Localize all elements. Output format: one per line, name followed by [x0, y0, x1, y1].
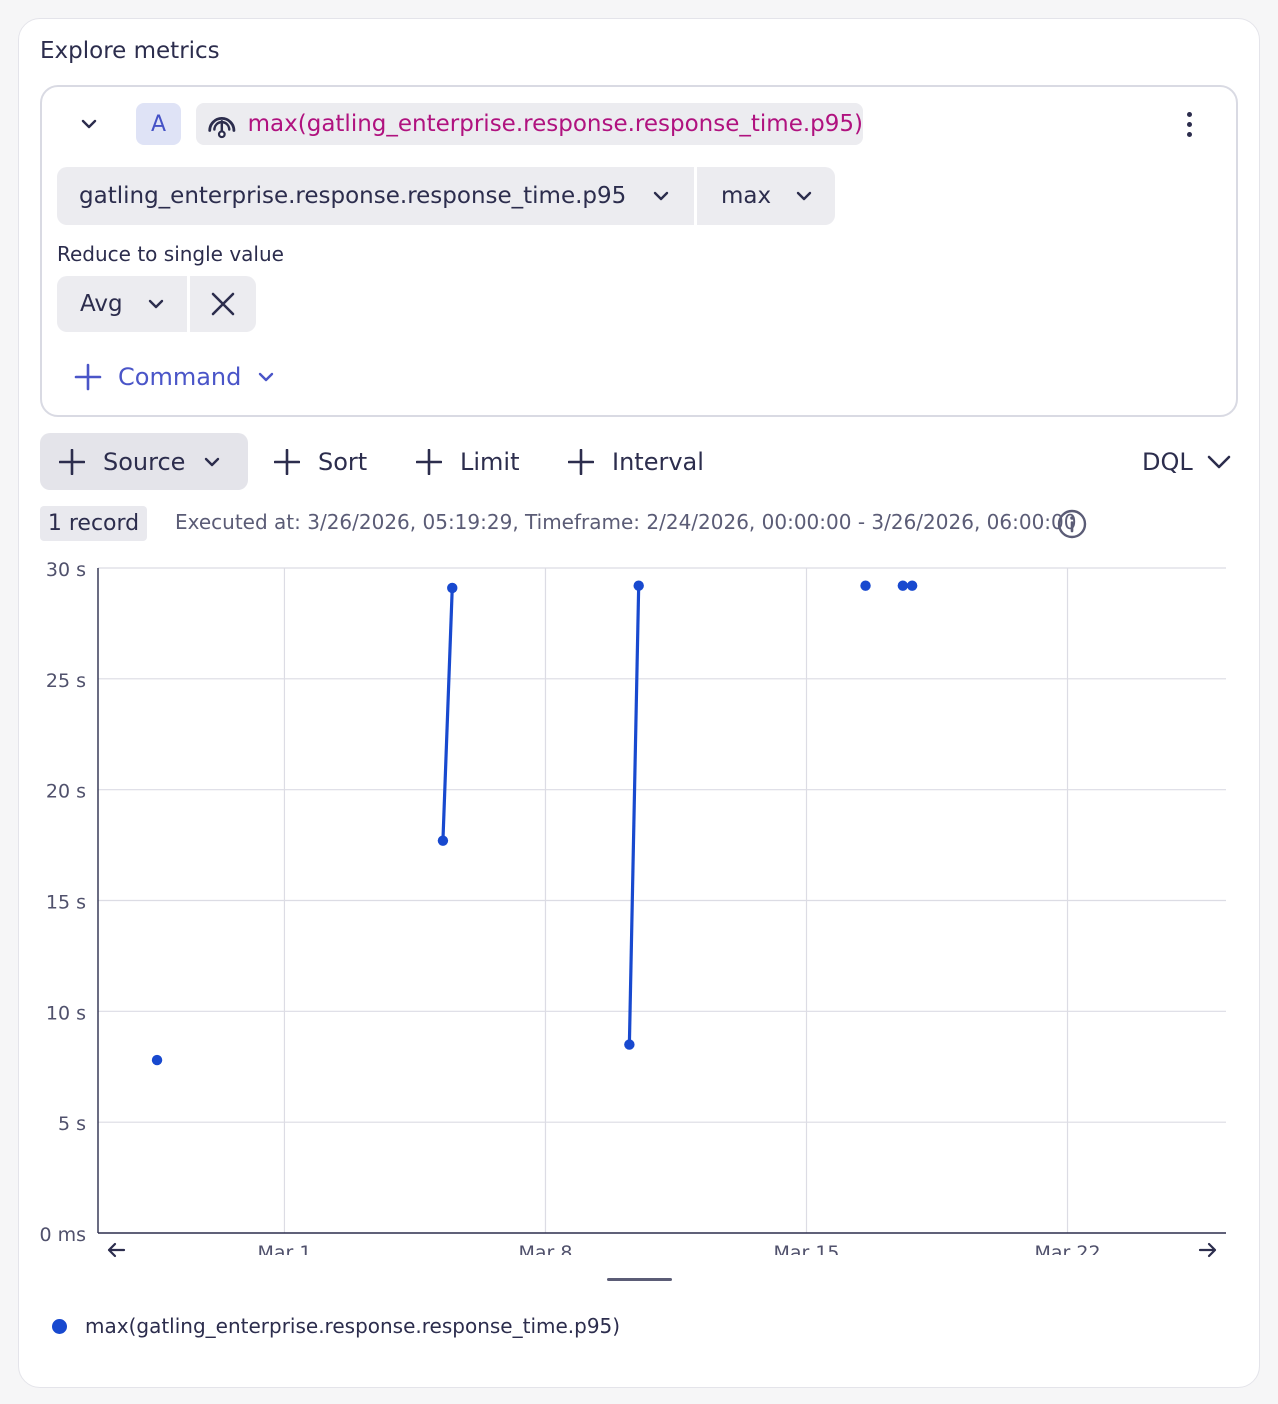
series-line	[441, 587, 454, 841]
x-tick-label: Mar 1	[257, 1242, 311, 1255]
dql-label: DQL	[1142, 447, 1193, 476]
y-tick-label: 15 s	[46, 892, 86, 914]
chart-scroll-indicator[interactable]	[607, 1278, 672, 1281]
reduce-select-value: Avg	[80, 291, 123, 317]
aggregation-select[interactable]: max	[697, 167, 835, 225]
source-label: Source	[103, 447, 186, 476]
close-icon	[211, 292, 235, 316]
interval-label: Interval	[612, 447, 704, 476]
arrow-left-icon[interactable]	[104, 1238, 128, 1262]
x-tick-label: Mar 22	[1034, 1242, 1100, 1255]
query-expression-text: max(gatling_enterprise.response.response…	[247, 111, 863, 137]
more-vertical-icon	[1186, 111, 1192, 117]
y-tick-label: 0 ms	[39, 1224, 86, 1246]
limit-label: Limit	[460, 447, 520, 476]
add-sort-button[interactable]: Sort	[274, 433, 367, 490]
data-point	[633, 580, 644, 591]
plus-icon	[274, 448, 300, 475]
plus-icon	[59, 448, 85, 475]
metric-select[interactable]: gatling_enterprise.response.response_tim…	[57, 167, 694, 225]
x-tick-label: Mar 15	[773, 1242, 839, 1255]
record-count-badge: 1 record	[40, 506, 147, 541]
arrow-right-icon[interactable]	[1196, 1238, 1220, 1262]
query-expression-chip[interactable]: max(gatling_enterprise.response.response…	[196, 103, 863, 145]
add-command-button[interactable]: Command	[74, 360, 275, 394]
data-point	[860, 580, 871, 591]
data-point	[437, 835, 449, 846]
chevron-down-icon	[653, 191, 669, 201]
y-tick-label: 5 s	[58, 1113, 86, 1135]
data-point	[624, 1039, 635, 1050]
reduce-select[interactable]: Avg	[57, 276, 187, 332]
y-tick-label: 20 s	[46, 781, 86, 803]
dql-toggle-button[interactable]: DQL	[1142, 433, 1231, 490]
chevron-down-icon	[205, 457, 220, 466]
legend-label: max(gatling_enterprise.response.response…	[85, 1314, 621, 1338]
y-tick-label: 10 s	[46, 1002, 86, 1024]
data-point	[906, 580, 918, 591]
plus-icon	[416, 448, 442, 475]
x-tick-label: Mar 8	[518, 1242, 572, 1255]
data-point	[447, 582, 458, 594]
chevron-down-icon	[259, 372, 274, 382]
y-tick-label: 30 s	[46, 559, 86, 581]
legend-marker	[52, 1318, 67, 1334]
reduce-label: Reduce to single value	[57, 242, 284, 266]
data-point	[897, 580, 909, 591]
command-label: Command	[118, 363, 242, 391]
data-point	[151, 1054, 163, 1066]
series-line	[627, 585, 641, 1045]
chevron-down-icon	[796, 191, 812, 201]
execution-info: Executed at: 3/26/2026, 05:19:29, Timefr…	[175, 510, 1077, 534]
query-menu-button[interactable]	[1172, 104, 1206, 144]
add-interval-button[interactable]: Interval	[568, 433, 704, 490]
chart-legend-item[interactable]: max(gatling_enterprise.response.response…	[52, 1314, 620, 1338]
panel-title: Explore metrics	[40, 38, 220, 64]
sort-label: Sort	[318, 447, 368, 476]
kebab-dot	[1186, 131, 1192, 137]
timeseries-chart[interactable]: 0 ms 5 s 10 s 15 s 20 s 25 s 30 s Mar 1 Mar 8 Mar…	[0, 555, 1278, 1255]
chevron-down-icon	[1207, 455, 1231, 468]
chevron-down-icon	[148, 299, 164, 309]
gauge-icon	[208, 117, 236, 139]
kebab-dot	[1186, 121, 1192, 127]
add-limit-button[interactable]: Limit	[416, 433, 520, 490]
clear-reduce-button[interactable]	[190, 276, 256, 332]
plus-icon	[568, 448, 594, 475]
plus-icon	[74, 363, 102, 391]
info-icon[interactable]	[1056, 508, 1088, 540]
y-tick-label: 25 s	[46, 670, 86, 692]
metric-select-value: gatling_enterprise.response.response_tim…	[79, 183, 627, 209]
aggregation-select-value: max	[721, 183, 772, 209]
query-letter-badge: A	[136, 103, 181, 145]
add-source-button[interactable]: Source	[40, 433, 248, 490]
chevron-down-icon	[81, 119, 97, 129]
collapse-query-button[interactable]	[72, 107, 106, 141]
